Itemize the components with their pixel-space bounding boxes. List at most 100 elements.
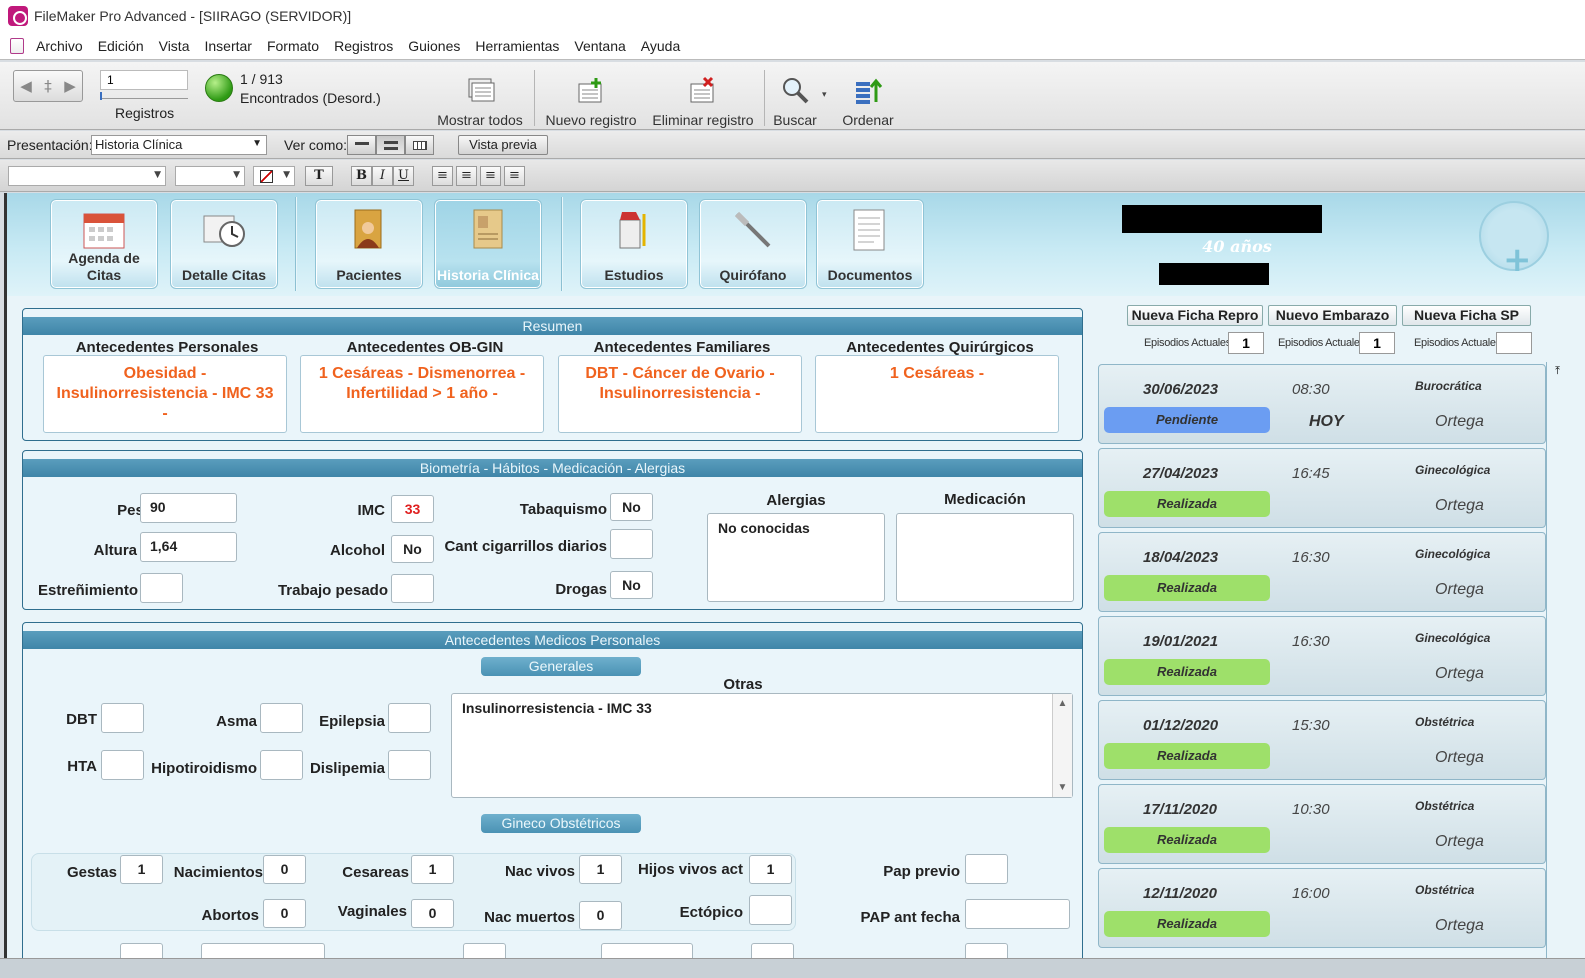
asma-field[interactable]	[260, 703, 303, 733]
bold-button[interactable]: B	[351, 166, 372, 186]
font-size-select[interactable]: ▼	[175, 166, 245, 186]
show-all-button[interactable]: Mostrar todos	[434, 66, 526, 128]
tab-historia-clinica[interactable]: Historia Clínica	[434, 199, 542, 289]
align-right-button[interactable]: ≡	[480, 166, 501, 186]
medicacion-field[interactable]	[896, 513, 1074, 602]
menu-registros[interactable]: Registros	[334, 38, 393, 54]
menu-formato[interactable]: Formato	[267, 38, 319, 54]
imc-field[interactable]: 33	[391, 495, 434, 523]
tab-documentos[interactable]: Documentos	[816, 199, 924, 289]
tab-estudios[interactable]: Estudios	[580, 199, 688, 289]
appointments-scrollbar[interactable]: ⤒	[1546, 362, 1568, 958]
pap-ant-fecha-field[interactable]	[965, 899, 1070, 929]
ant-obgin-field[interactable]: 1 Cesáreas - Dismenorrea - Infertilidad …	[300, 355, 544, 433]
record-navigator-book[interactable]: ◀ ‡ ▶	[13, 70, 83, 102]
nueva-ficha-repro-button[interactable]: Nueva Ficha Repro	[1127, 305, 1263, 326]
prev-record-icon[interactable]: ◀	[20, 77, 32, 95]
scroll-top-icon[interactable]: ⤒	[1547, 364, 1568, 378]
pap-previo-field[interactable]	[965, 854, 1008, 884]
record-slider[interactable]	[100, 92, 188, 100]
appointment-card[interactable]: 17/11/2020 10:30 Obstétrica Realizada Or…	[1098, 784, 1546, 864]
menu-herramientas[interactable]: Herramientas	[475, 38, 559, 54]
cigarrillos-field[interactable]	[610, 529, 653, 559]
find-dropdown-icon[interactable]: ▾	[822, 90, 827, 100]
nac-muertos-field[interactable]: 0	[579, 901, 622, 930]
text-style-button[interactable]: T	[305, 166, 333, 186]
view-form-button[interactable]	[347, 135, 376, 155]
ectopico-field[interactable]	[749, 895, 792, 925]
hijos-vivos-field[interactable]: 1	[749, 855, 792, 884]
appointment-card[interactable]: 19/01/2021 16:30 Ginecológica Realizada …	[1098, 616, 1546, 696]
appointment-card[interactable]: 12/11/2020 16:00 Obstétrica Realizada Or…	[1098, 868, 1546, 948]
tab-agenda-citas[interactable]: Agenda de Citas	[50, 199, 158, 289]
alergias-field[interactable]: No conocidas	[707, 513, 885, 602]
tabaquismo-field[interactable]: No	[610, 493, 653, 521]
layout-select[interactable]: Historia Clínica ▼	[91, 135, 267, 155]
nac-vivos-field[interactable]: 1	[579, 855, 622, 884]
status-badge[interactable]: Pendiente	[1104, 407, 1270, 433]
italic-button[interactable]: I	[372, 166, 393, 186]
menu-guiones[interactable]: Guiones	[408, 38, 460, 54]
menu-edicion[interactable]: Edición	[98, 38, 144, 54]
estrenimiento-field[interactable]	[140, 573, 183, 603]
abortos-field[interactable]: 0	[263, 899, 306, 928]
status-badge[interactable]: Realizada	[1104, 911, 1270, 937]
dbt-field[interactable]	[101, 703, 144, 733]
cesareas-field[interactable]: 1	[411, 855, 454, 884]
status-badge[interactable]: Realizada	[1104, 743, 1270, 769]
new-record-button[interactable]: Nuevo registro	[543, 66, 639, 128]
peso-field[interactable]: 90	[140, 493, 237, 523]
align-center-button[interactable]: ≡	[456, 166, 477, 186]
sort-button[interactable]: Ordenar	[838, 66, 898, 128]
menu-ayuda[interactable]: Ayuda	[641, 38, 680, 54]
vaginales-field[interactable]: 0	[411, 899, 454, 928]
dislipemia-field[interactable]	[388, 750, 431, 780]
status-badge[interactable]: Realizada	[1104, 659, 1270, 685]
nueva-ficha-sp-button[interactable]: Nueva Ficha SP	[1402, 305, 1531, 326]
align-left-button[interactable]: ≡	[432, 166, 453, 186]
episodios-embarazo-field[interactable]: 1	[1359, 332, 1395, 354]
episodios-sp-field[interactable]	[1496, 332, 1532, 354]
found-set-pie-icon[interactable]	[205, 74, 233, 102]
menu-insertar[interactable]: Insertar	[204, 38, 251, 54]
ant-quirurgicos-field[interactable]: 1 Cesáreas -	[815, 355, 1059, 433]
otras-scrollbar[interactable]: ▲ ▼	[1052, 694, 1072, 797]
menu-vista[interactable]: Vista	[159, 38, 190, 54]
underline-button[interactable]: U	[393, 166, 414, 186]
appointment-card[interactable]: 01/12/2020 15:30 Obstétrica Realizada Or…	[1098, 700, 1546, 780]
appointment-card[interactable]: 30/06/2023 08:30 Burocrática Pendiente H…	[1098, 364, 1546, 444]
next-record-icon[interactable]: ▶	[64, 77, 76, 95]
nuevo-embarazo-button[interactable]: Nuevo Embarazo	[1268, 305, 1397, 326]
episodios-repro-field[interactable]: 1	[1228, 332, 1264, 354]
nacimientos-field[interactable]: 0	[263, 855, 306, 884]
status-badge[interactable]: Realizada	[1104, 491, 1270, 517]
menu-archivo[interactable]: Archivo	[36, 38, 83, 54]
gestas-field[interactable]: 1	[120, 855, 163, 884]
drogas-field[interactable]: No	[610, 571, 653, 599]
scroll-down-icon[interactable]: ▼	[1053, 782, 1072, 793]
font-select[interactable]: ▼	[8, 166, 166, 186]
delete-record-button[interactable]: Eliminar registro	[650, 66, 756, 128]
document-icon[interactable]	[10, 37, 24, 54]
altura-field[interactable]: 1,64	[140, 532, 237, 562]
appointment-card[interactable]: 18/04/2023 16:30 Ginecológica Realizada …	[1098, 532, 1546, 612]
status-badge[interactable]: Realizada	[1104, 575, 1270, 601]
view-table-button[interactable]	[405, 135, 434, 155]
ant-personales-field[interactable]: Obesidad - Insulinorresistencia - IMC 33…	[43, 355, 287, 433]
view-list-button[interactable]	[376, 135, 405, 155]
scroll-up-icon[interactable]: ▲	[1053, 698, 1072, 709]
menu-ventana[interactable]: Ventana	[574, 38, 625, 54]
preview-button[interactable]: Vista previa	[458, 135, 548, 155]
appointment-card[interactable]: 27/04/2023 16:45 Ginecológica Realizada …	[1098, 448, 1546, 528]
record-number-input[interactable]: 1	[100, 70, 188, 90]
align-justify-button[interactable]: ≡	[504, 166, 525, 186]
text-color-select[interactable]: ▼	[253, 166, 295, 186]
tab-pacientes[interactable]: Pacientes	[315, 199, 423, 289]
trabajo-pesado-field[interactable]	[391, 574, 434, 603]
tab-detalle-citas[interactable]: Detalle Citas	[170, 199, 278, 289]
ant-familiares-field[interactable]: DBT - Cáncer de Ovario - Insulinorresist…	[558, 355, 802, 433]
tab-quirofano[interactable]: Quirófano	[699, 199, 807, 289]
otras-field[interactable]: Insulinorresistencia - IMC 33 ▲ ▼	[451, 693, 1073, 798]
epilepsia-field[interactable]	[388, 703, 431, 733]
find-button[interactable]: Buscar	[770, 66, 820, 128]
